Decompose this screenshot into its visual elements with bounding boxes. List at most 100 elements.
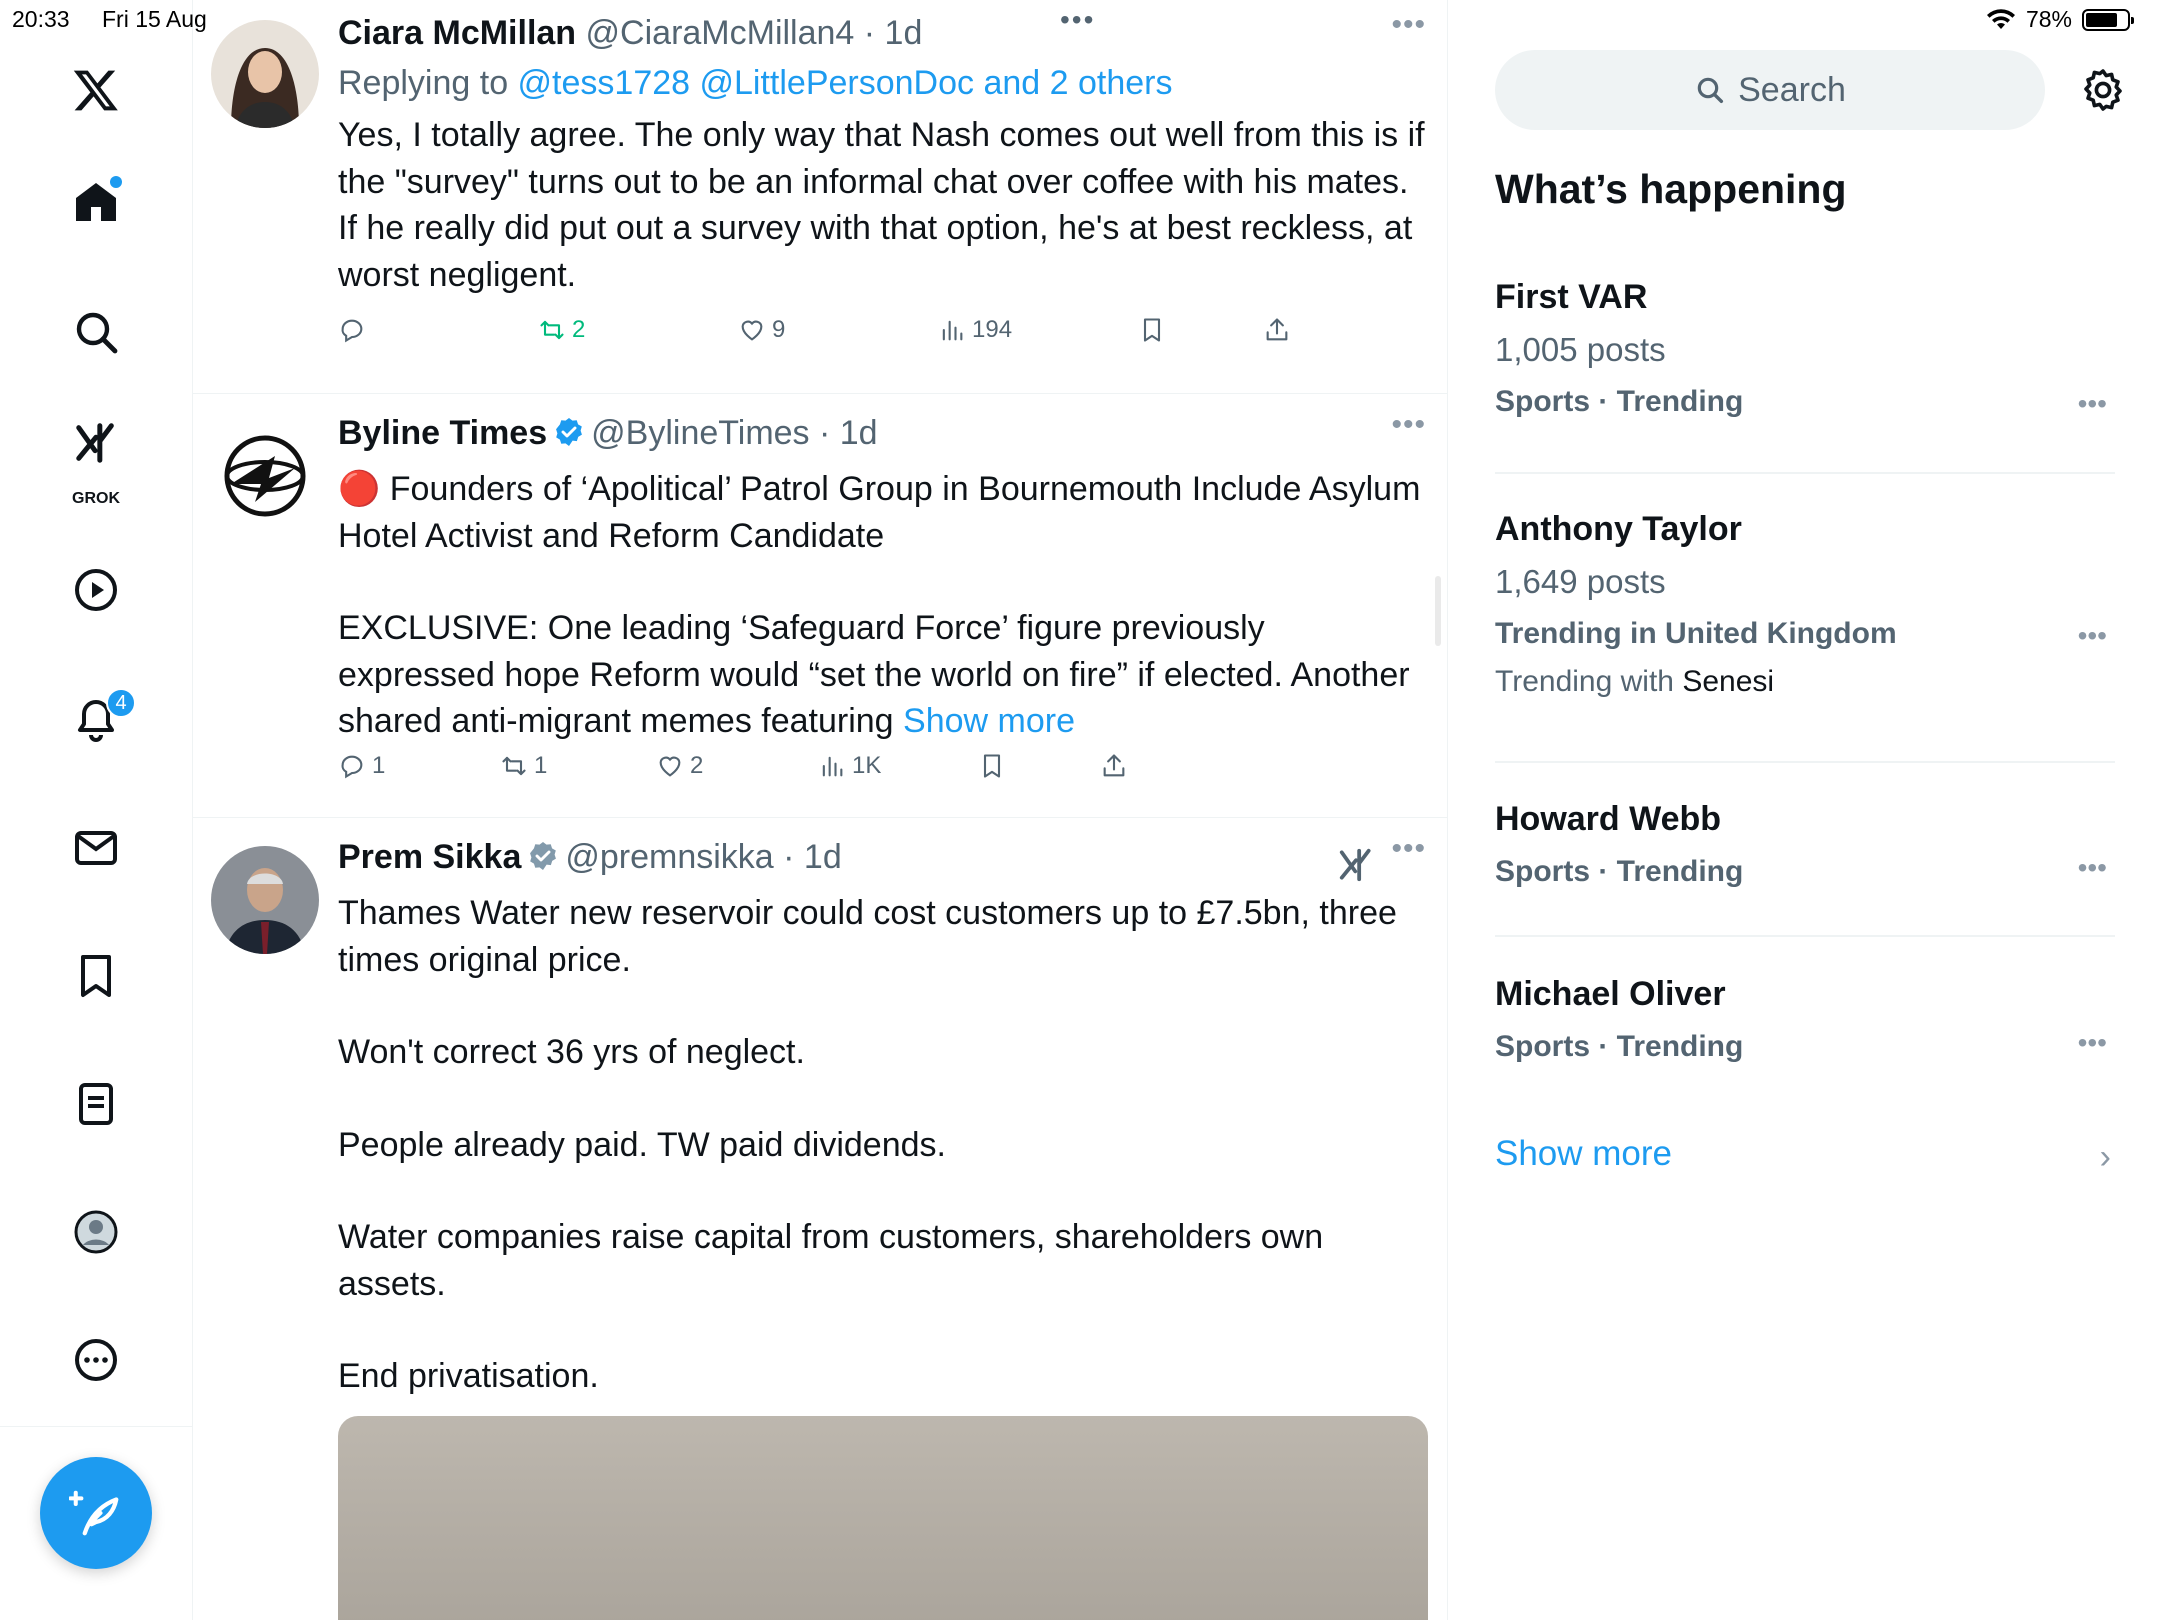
nav-video[interactable] [62,556,130,624]
reply-button[interactable]: 1 [338,752,385,780]
nav-notifications[interactable]: 4 [62,686,136,754]
avatar[interactable] [211,422,319,530]
tweet-prem-sikka[interactable]: Prem Sikka @premnsikka · 1d ••• Thames Wa… [193,818,1447,1620]
nav-messages[interactable] [62,814,130,882]
tweet-more-button[interactable]: ••• [1391,408,1426,442]
author-handle-time[interactable]: @BylineTimes · 1d [591,414,877,452]
trend-with-prefix: Trending with [1495,665,1683,698]
share-button[interactable] [1100,752,1128,780]
compose-post-button[interactable] [40,1457,152,1569]
trend-more-button[interactable]: ••• [2078,852,2107,884]
repost-button[interactable]: 2 [538,316,585,344]
gear-icon [2084,69,2122,111]
author-name[interactable]: Prem Sikka [338,838,521,876]
search-placeholder: Search [1738,70,1846,109]
tweet-text: 🔴 Founders of ‘Apolitical’ Patrol Group … [338,466,1428,745]
status-bar: 20:33 Fri 15 Aug 78% [0,0,2160,44]
trend-item[interactable]: Michael Oliver Sports · Trending ••• [1495,975,2115,1064]
bookmark-icon [983,754,1001,778]
left-navigation: GROK 4 [0,0,193,1620]
battery-percent: 78% [2025,6,2072,32]
tweet-text: Thames Water new reservoir could cost cu… [338,890,1428,1400]
trend-more-button[interactable]: ••• [2078,388,2107,420]
repost-count: 2 [572,316,586,343]
trend-posts: 1,005 posts [1495,331,1666,368]
author-handle-time[interactable]: @premnsikka · 1d [565,838,841,876]
tweet-line-5: End privatisation. [338,1357,599,1395]
trend-name: Michael Oliver [1495,975,1726,1013]
reply-icon [341,319,363,343]
status-date: Fri 15 Aug [102,6,207,32]
repost-button[interactable]: 1 [500,752,547,780]
wifi-icon [1986,8,2015,29]
nav-lists[interactable] [62,1070,130,1138]
list-document-icon [79,1083,113,1125]
tweet-header: Byline Times @BylineTimes · 1d [338,414,878,453]
reply-button[interactable] [338,316,372,344]
grok-icon [76,423,114,463]
heart-icon [741,320,763,341]
profile-avatar-icon [74,1210,118,1254]
trend-item[interactable]: Anthony Taylor 1,649 posts Trending in U… [1495,510,2115,699]
show-more-trends-link[interactable]: Show more › [1495,1134,2115,1176]
trend-posts: 1,649 posts [1495,563,1666,600]
x-logo-icon[interactable] [62,56,130,124]
tweet-more-button[interactable]: ••• [1391,832,1426,866]
replying-users-link[interactable]: @tess1728 @LittlePersonDoc and 2 others [518,64,1173,102]
like-button[interactable]: 9 [738,316,785,344]
nav-explore[interactable] [62,298,130,366]
trend-category: Sports · Trending [1495,385,1744,418]
share-button[interactable] [1263,316,1291,344]
separator [1495,935,2115,937]
trend-item[interactable]: First VAR 1,005 posts Sports · Trending … [1495,278,2115,419]
like-count: 2 [690,752,704,779]
trend-name: Howard Webb [1495,800,1722,838]
home-unread-dot [110,176,122,188]
nav-bookmarks[interactable] [62,942,130,1010]
scroll-indicator[interactable] [1435,576,1441,646]
share-icon [1103,754,1125,777]
status-time: 20:33 [12,6,70,32]
bookmark-button[interactable] [1138,316,1166,344]
compose-feather-icon [69,1490,119,1536]
bookmark-button[interactable] [978,752,1006,780]
nav-profile[interactable] [62,1198,130,1266]
trend-more-button[interactable]: ••• [2078,620,2107,652]
trend-item[interactable]: Howard Webb Sports · Trending ••• [1495,800,2115,889]
nav-home[interactable] [62,168,130,236]
search-input[interactable]: Search [1495,50,2045,130]
tweet-media-image[interactable] [338,1416,1428,1620]
trend-name: Anthony Taylor [1495,510,1742,548]
status-right: 78% [1986,6,2134,33]
trend-with: Trending with Senesi [1495,665,2115,699]
trend-category: Sports · Trending [1495,855,1744,888]
avatar[interactable] [211,846,319,954]
views-bars-icon [822,756,843,777]
nav-more[interactable] [62,1326,130,1394]
trend-more-button[interactable]: ••• [2078,1027,2107,1059]
tweet-byline-times[interactable]: Byline Times @BylineTimes · 1d ••• 🔴 Foun… [193,394,1447,818]
trend-category: Sports · Trending [1495,1030,1744,1063]
search-icon [76,312,118,354]
tweet-text: Yes, I totally agree. The only way that … [338,116,1425,294]
heart-icon [659,756,681,777]
show-more-link[interactable]: Show more [903,702,1075,740]
author-name[interactable]: Byline Times [338,414,547,452]
nav-grok[interactable]: GROK [62,420,130,507]
verified-badge-icon [530,842,557,870]
grok-explain-button[interactable] [1337,846,1375,884]
notifications-badge: 4 [106,688,136,718]
settings-button[interactable] [2079,66,2127,114]
tweet-ciara-mcmillan[interactable]: Ciara McMillan @CiaraMcMillan4 · 1d ••• … [193,0,1447,394]
views-bars-icon [942,320,963,341]
verified-badge-icon [556,418,583,446]
views-button[interactable]: 1K [818,752,881,780]
grok-icon [1339,848,1371,882]
reply-icon [341,755,363,779]
views-button[interactable]: 194 [938,316,1012,344]
like-button[interactable]: 2 [656,752,703,780]
tweet-line-2: Won't correct 36 yrs of neglect. [338,1033,805,1071]
tweet-text-headline: 🔴 Founders of ‘Apolitical’ Patrol Group … [338,470,1421,555]
x-logo-svg [73,70,118,111]
views-count: 1K [852,752,882,779]
